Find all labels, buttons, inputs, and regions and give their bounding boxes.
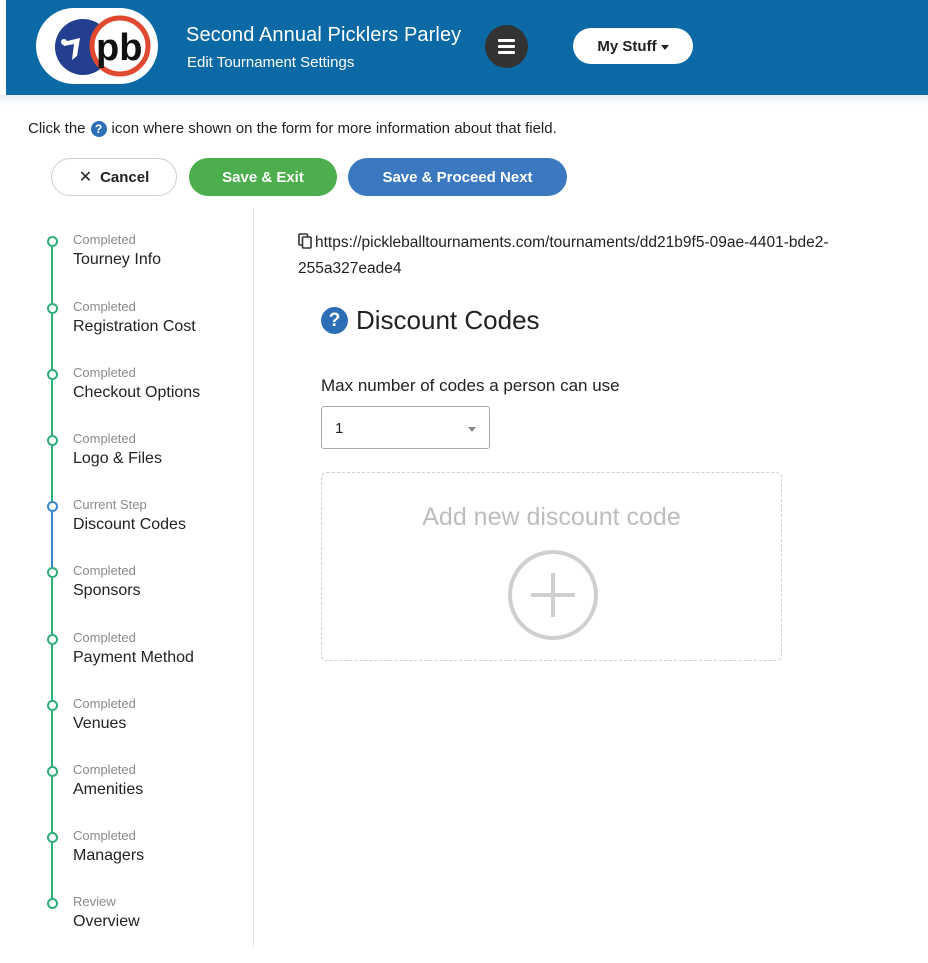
copy-icon[interactable] (298, 233, 312, 257)
step-status: Completed (73, 630, 136, 645)
step-label: Payment Method (73, 649, 194, 666)
step-connector (51, 512, 53, 568)
step-label: Discount Codes (73, 516, 186, 533)
dropdown-arrow-icon (468, 427, 476, 432)
step-status: Completed (73, 563, 136, 578)
svg-text:pb: pb (96, 27, 142, 69)
step-dot-icon (47, 832, 58, 843)
step-label: Managers (73, 847, 145, 864)
step-dot-icon (47, 567, 58, 578)
tournament-url-link[interactable]: https://pickleballtournaments.com/tourna… (298, 234, 829, 277)
step-connector (51, 314, 53, 370)
step-dot-icon (47, 700, 58, 711)
event-title[interactable]: Second Annual Picklers Parley (186, 24, 461, 47)
max-codes-select[interactable]: 1 (321, 406, 490, 449)
step-dot-icon (47, 766, 58, 777)
step-dot-icon (47, 435, 58, 446)
add-discount-code-label: Add new discount code (422, 503, 681, 531)
step-status: Completed (73, 828, 136, 843)
step-label: Registration Cost (73, 318, 196, 335)
step-status: Completed (73, 762, 136, 777)
hint-text-after: icon where shown on the form for more in… (111, 120, 557, 137)
step-connector (51, 380, 53, 436)
step-label: Tourney Info (73, 251, 162, 268)
hamburger-icon (498, 39, 515, 42)
step-dot-icon (47, 369, 58, 380)
step-status: Review (73, 894, 116, 909)
add-discount-code-card[interactable]: Add new discount code (321, 472, 782, 661)
step-label: Overview (73, 913, 140, 930)
step-dot-icon (47, 303, 58, 314)
cancel-button[interactable]: ✕ Cancel (51, 158, 177, 196)
step-connector (51, 578, 53, 634)
step-status: Completed (73, 232, 136, 247)
sidebar-divider (253, 208, 254, 946)
save-exit-label: Save & Exit (222, 168, 304, 186)
header-shadow (0, 95, 928, 105)
step-dot-icon (47, 634, 58, 645)
page-subtitle: Edit Tournament Settings (187, 54, 355, 71)
step-label: Venues (73, 715, 127, 732)
hint-text-before: Click the (28, 120, 86, 137)
step-status: Completed (73, 365, 136, 380)
step-connector (51, 645, 53, 701)
cancel-label: Cancel (100, 168, 150, 186)
site-logo[interactable]: pb (36, 8, 158, 84)
step-connector (51, 446, 53, 502)
hamburger-menu-button[interactable] (485, 25, 528, 68)
step-status: Completed (73, 299, 136, 314)
top-navbar: pb Second Annual Picklers Parley Edit To… (6, 0, 928, 95)
question-circle-icon[interactable]: ? (321, 307, 348, 334)
step-label: Checkout Options (73, 384, 201, 401)
step-label: Sponsors (73, 582, 141, 599)
pickleball-logo-icon: pb (55, 15, 151, 77)
save-proceed-next-button[interactable]: Save & Proceed Next (348, 158, 567, 196)
save-next-label: Save & Proceed Next (382, 168, 533, 186)
section-title-text: Discount Codes (356, 305, 540, 335)
step-connector (51, 247, 53, 303)
step-connector (51, 777, 53, 833)
question-circle-icon: ? (90, 120, 107, 137)
help-hint: Click the ? icon where shown on the form… (28, 120, 557, 137)
step-status: Current Step (73, 497, 147, 512)
step-status: Completed (73, 431, 136, 446)
step-label: Amenities (73, 781, 144, 798)
tournament-url-row: https://pickleballtournaments.com/tourna… (298, 231, 878, 281)
close-icon: ✕ (78, 169, 93, 186)
my-stuff-dropdown-button[interactable]: My Stuff (573, 28, 693, 64)
current-step-dot-icon (47, 501, 58, 512)
step-label: Logo & Files (73, 450, 162, 467)
caret-down-icon (660, 44, 669, 50)
step-dot-icon (47, 236, 58, 247)
step-connector (51, 711, 53, 767)
step-status: Completed (73, 696, 136, 711)
section-title: ? Discount Codes (321, 305, 540, 336)
step-dot-icon (47, 898, 58, 909)
max-codes-value: 1 (335, 420, 344, 437)
max-codes-label: Max number of codes a person can use (321, 376, 620, 395)
step-connector (51, 843, 53, 899)
save-exit-button[interactable]: Save & Exit (189, 158, 337, 196)
plus-circle-icon (508, 550, 598, 640)
my-stuff-label: My Stuff (597, 37, 657, 55)
